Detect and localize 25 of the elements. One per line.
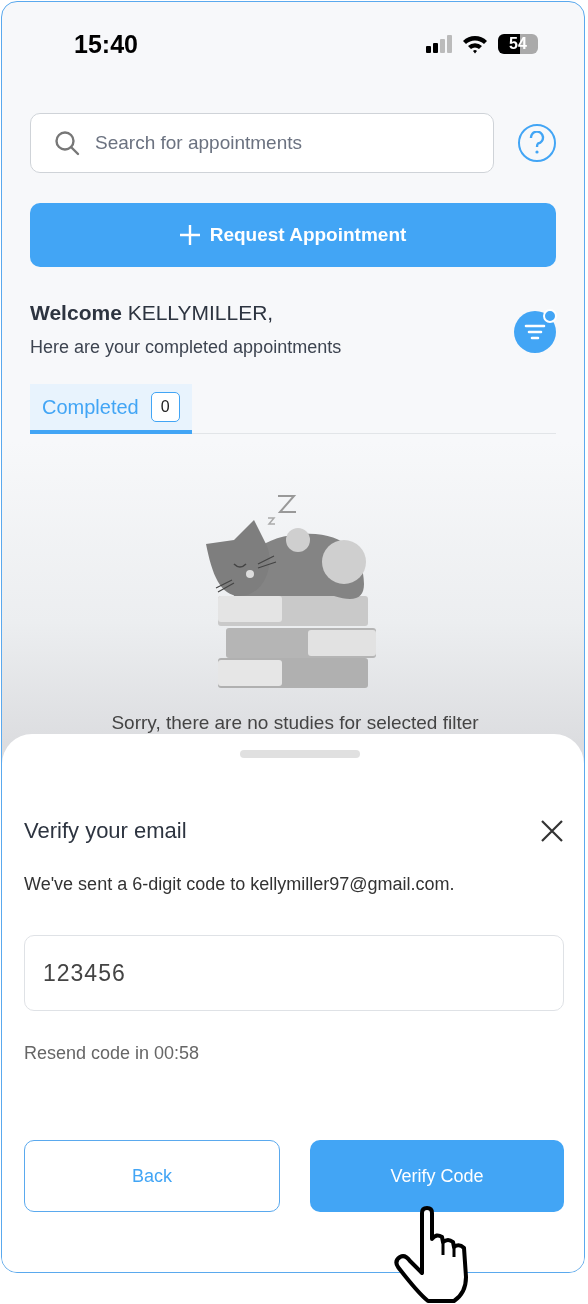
code-field[interactable]: 123456 — [24, 935, 564, 1011]
welcome-title: Welcome KELLYMILLER, — [30, 301, 275, 325]
dialog-message: We've sent a 6-digit code to kellymiller97@gmail.com. — [24, 874, 456, 895]
sheet-handle[interactable] — [240, 750, 360, 758]
filter-button[interactable] — [514, 311, 556, 353]
close-icon[interactable] — [540, 819, 564, 843]
wifi-icon — [462, 34, 488, 54]
dialog-title: Verify your email — [24, 818, 188, 844]
search-icon — [54, 130, 80, 156]
request-appointment-button[interactable]: Request Appointment — [30, 203, 556, 267]
back-button[interactable]: Back — [24, 1140, 280, 1212]
tab[interactable]: Completed 0 — [30, 384, 192, 434]
plus-icon — [179, 225, 200, 245]
search-field[interactable]: Search for appointments — [30, 113, 494, 173]
notification-dot — [543, 309, 557, 323]
filter-icon — [524, 324, 546, 340]
tab-count: 0 — [150, 392, 180, 422]
empty-message: Sorry, there are no studies for selected filter — [110, 712, 479, 734]
tab-label: Completed — [42, 395, 139, 419]
verify-button[interactable]: Verify Code — [310, 1140, 564, 1212]
signal-icon — [426, 35, 452, 53]
resend-timer: Resend code in 00:58 — [24, 1043, 201, 1064]
status-time: 15:40 — [74, 29, 139, 59]
help-icon[interactable] — [518, 124, 556, 162]
welcome-subtitle: Here are your completed appointments — [30, 337, 343, 358]
